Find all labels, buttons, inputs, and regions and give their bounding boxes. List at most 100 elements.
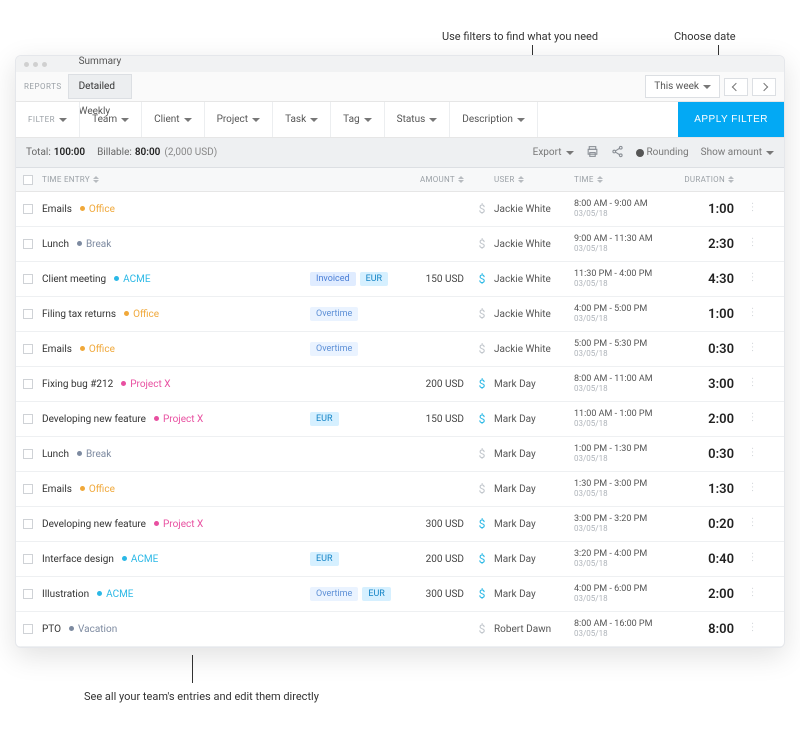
chevron-down-icon [517, 118, 525, 122]
filter-team[interactable]: Team [80, 102, 142, 137]
row-checkbox[interactable] [23, 414, 33, 424]
row-menu-icon[interactable]: ··· [746, 482, 756, 493]
table-row[interactable]: Client meetingACMEInvoicedEUR150 USD$Jac… [16, 262, 784, 297]
col-time[interactable]: TIME [574, 175, 670, 184]
apply-filter-button[interactable]: APPLY FILTER [678, 102, 784, 137]
billable-icon[interactable]: $ [479, 272, 486, 286]
row-menu-icon[interactable]: ··· [746, 412, 756, 423]
rounding-toggle[interactable]: Rounding [636, 147, 689, 158]
row-menu-icon[interactable]: ··· [746, 202, 756, 213]
tab-summary[interactable]: Summary [68, 55, 133, 74]
row-menu-icon[interactable]: ··· [746, 517, 756, 528]
billable-icon[interactable]: $ [479, 377, 486, 391]
duration-value: 3:00 [670, 377, 740, 392]
tag-eur: EUR [310, 552, 339, 566]
table-row[interactable]: PTOVacation$Robert Dawn8:00 AM - 16:00 P… [16, 612, 784, 647]
row-menu-icon[interactable]: ··· [746, 342, 756, 353]
filter-client[interactable]: Client [142, 102, 204, 137]
date-range-button[interactable]: This week [645, 75, 720, 98]
col-duration[interactable]: DURATION [670, 175, 740, 184]
billable-value: 80:00 [135, 147, 161, 158]
row-checkbox[interactable] [23, 344, 33, 354]
billable-icon[interactable]: $ [479, 307, 486, 321]
row-checkbox[interactable] [23, 309, 33, 319]
time-range: 8:00 AM - 16:00 PM03/05/18 [574, 620, 670, 639]
project-name: Break [86, 239, 111, 250]
billable-icon[interactable]: $ [479, 622, 486, 636]
filter-tag[interactable]: Tag [331, 102, 384, 137]
billable-icon[interactable]: $ [479, 447, 486, 461]
billable-amount: (2,000 USD) [164, 147, 217, 158]
filter-label[interactable]: FILTER [16, 102, 80, 137]
row-menu-icon[interactable]: ··· [746, 377, 756, 388]
export-button[interactable]: Export [533, 147, 574, 158]
tag-eur: EUR [360, 272, 389, 286]
row-checkbox[interactable] [23, 379, 33, 389]
row-menu-icon[interactable]: ··· [746, 307, 756, 318]
row-menu-icon[interactable]: ··· [746, 447, 756, 458]
table-row[interactable]: Fixing bug #212Project X200 USD$Mark Day… [16, 367, 784, 402]
row-menu-icon[interactable]: ··· [746, 622, 756, 633]
user-name: Robert Dawn [494, 624, 574, 635]
col-user[interactable]: USER [494, 175, 574, 184]
project-name: ACME [131, 554, 158, 565]
filter-description[interactable]: Description [450, 102, 538, 137]
chevron-down-icon [766, 151, 774, 155]
table-row[interactable]: IllustrationACMEOvertimeEUR300 USD$Mark … [16, 577, 784, 612]
chevron-down-icon [252, 118, 260, 122]
show-amount-button[interactable]: Show amount [701, 147, 774, 158]
project-dot-icon [124, 311, 129, 316]
table-row[interactable]: LunchBreak$Mark Day1:00 PM - 1:30 PM03/0… [16, 437, 784, 472]
share-icon[interactable] [611, 145, 624, 161]
col-amount[interactable]: AMOUNT [406, 175, 470, 184]
chevron-down-icon [429, 118, 437, 122]
billable-icon[interactable]: $ [479, 412, 486, 426]
duration-value: 1:00 [670, 202, 740, 217]
row-checkbox[interactable] [23, 204, 33, 214]
col-entry[interactable]: TIME ENTRY [40, 175, 310, 184]
tab-detailed[interactable]: Detailed [68, 74, 133, 99]
sort-icon [728, 176, 734, 183]
row-checkbox[interactable] [23, 484, 33, 494]
app-window: REPORTS SummaryDetailedWeekly This week … [15, 55, 785, 648]
row-checkbox[interactable] [23, 589, 33, 599]
billable-icon[interactable]: $ [479, 587, 486, 601]
table-row[interactable]: Developing new featureProject XEUR150 US… [16, 402, 784, 437]
filter-project[interactable]: Project [205, 102, 274, 137]
billable-icon[interactable]: $ [479, 517, 486, 531]
table-row[interactable]: EmailsOffice$Mark Day1:30 PM - 3:00 PM03… [16, 472, 784, 507]
project-name: Vacation [78, 624, 117, 635]
table-row[interactable]: EmailsOffice$Jackie White8:00 AM - 9:00 … [16, 192, 784, 227]
table-row[interactable]: LunchBreak$Jackie White9:00 AM - 11:30 A… [16, 227, 784, 262]
project-name: Project X [163, 519, 203, 530]
row-checkbox[interactable] [23, 449, 33, 459]
table-row[interactable]: Interface designACMEEUR200 USD$Mark Day3… [16, 542, 784, 577]
date-prev-button[interactable] [724, 78, 748, 96]
row-menu-icon[interactable]: ··· [746, 587, 756, 598]
select-all-checkbox[interactable] [23, 175, 33, 185]
billable-icon[interactable]: $ [479, 342, 486, 356]
filter-status[interactable]: Status [385, 102, 451, 137]
entry-title: Lunch [42, 449, 69, 460]
table-row[interactable]: Filing tax returnsOfficeOvertime$Jackie … [16, 297, 784, 332]
billable-icon[interactable]: $ [479, 552, 486, 566]
billable-icon[interactable]: $ [479, 202, 486, 216]
table-row[interactable]: Developing new featureProject X300 USD$M… [16, 507, 784, 542]
row-checkbox[interactable] [23, 554, 33, 564]
billable-icon[interactable]: $ [479, 482, 486, 496]
row-checkbox[interactable] [23, 624, 33, 634]
billable-icon[interactable]: $ [479, 237, 486, 251]
row-checkbox[interactable] [23, 239, 33, 249]
row-menu-icon[interactable]: ··· [746, 237, 756, 248]
user-name: Jackie White [494, 309, 574, 320]
row-checkbox[interactable] [23, 519, 33, 529]
row-checkbox[interactable] [23, 274, 33, 284]
date-next-button[interactable] [752, 78, 776, 96]
time-range: 3:20 PM - 4:00 PM03/05/18 [574, 550, 670, 569]
row-menu-icon[interactable]: ··· [746, 552, 756, 563]
chevron-down-icon [566, 151, 574, 155]
filter-task[interactable]: Task [273, 102, 331, 137]
print-icon[interactable] [586, 145, 599, 161]
row-menu-icon[interactable]: ··· [746, 272, 756, 283]
table-row[interactable]: EmailsOfficeOvertime$Jackie White5:00 PM… [16, 332, 784, 367]
